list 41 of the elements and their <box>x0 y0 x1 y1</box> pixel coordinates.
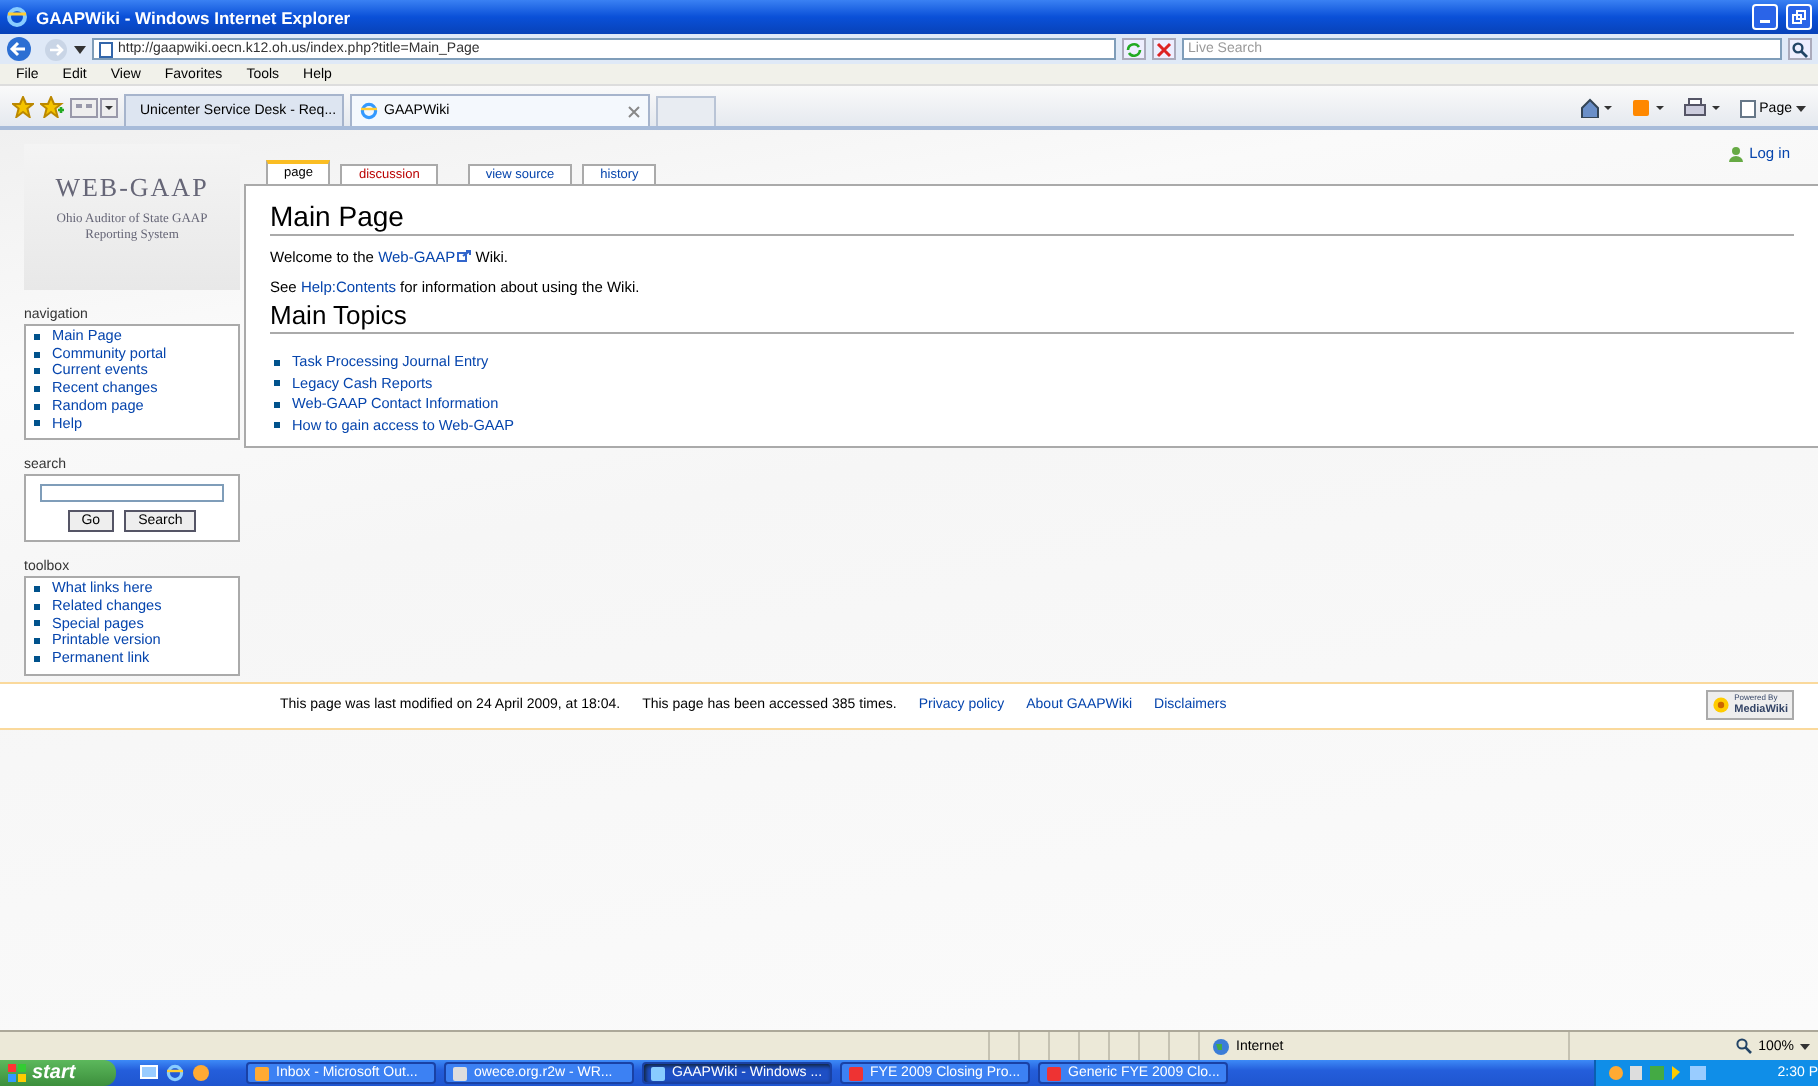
search-input[interactable] <box>40 484 224 503</box>
app-icon <box>1046 1065 1062 1081</box>
add-favorites-icon[interactable] <box>40 96 64 118</box>
page-heading: Main Page <box>270 198 1794 236</box>
page-icon <box>1739 99 1756 117</box>
desktop-icon[interactable] <box>140 1064 158 1082</box>
printer-icon[interactable] <box>1683 98 1720 118</box>
flower-icon <box>1712 696 1731 715</box>
tray-icons-icon <box>1608 1064 1712 1082</box>
search-icon <box>1792 41 1808 57</box>
stop-icon <box>1156 41 1172 57</box>
quick-tabs-icon[interactable] <box>70 98 118 118</box>
window-title: GAAPWiki - Windows Internet Explorer <box>36 7 353 27</box>
user-icon <box>1727 145 1744 161</box>
globe-icon <box>1212 1037 1230 1055</box>
browser-logo-icon[interactable] <box>166 1064 184 1082</box>
zoom-icon <box>1736 1038 1753 1054</box>
external-link-icon <box>455 250 472 262</box>
dropdown-icon <box>1796 105 1806 111</box>
search-button[interactable] <box>1788 38 1812 60</box>
dropdown-icon[interactable] <box>74 45 86 53</box>
app-icon <box>452 1065 468 1081</box>
app-icon <box>650 1065 666 1081</box>
feeds-icon[interactable] <box>1631 98 1664 118</box>
section-heading: Main Topics <box>270 300 1794 334</box>
home-icon[interactable] <box>1579 98 1612 118</box>
restore-icon <box>1792 10 1806 24</box>
minimize-button[interactable] <box>1752 4 1778 30</box>
restore-button[interactable] <box>1786 4 1812 30</box>
browser-logo-icon <box>360 102 378 120</box>
refresh-icon <box>1126 41 1142 57</box>
browser-logo-icon <box>6 6 28 28</box>
favorites-star-icon[interactable] <box>12 96 34 118</box>
dropdown-icon <box>1800 1043 1810 1049</box>
windows-logo-icon <box>8 1064 26 1082</box>
app-icon <box>848 1065 864 1081</box>
close-icon[interactable] <box>628 105 640 117</box>
refresh-button[interactable] <box>1122 38 1146 60</box>
stop-button[interactable] <box>1152 38 1176 60</box>
page-icon <box>98 41 114 57</box>
app-icon <box>254 1065 270 1081</box>
